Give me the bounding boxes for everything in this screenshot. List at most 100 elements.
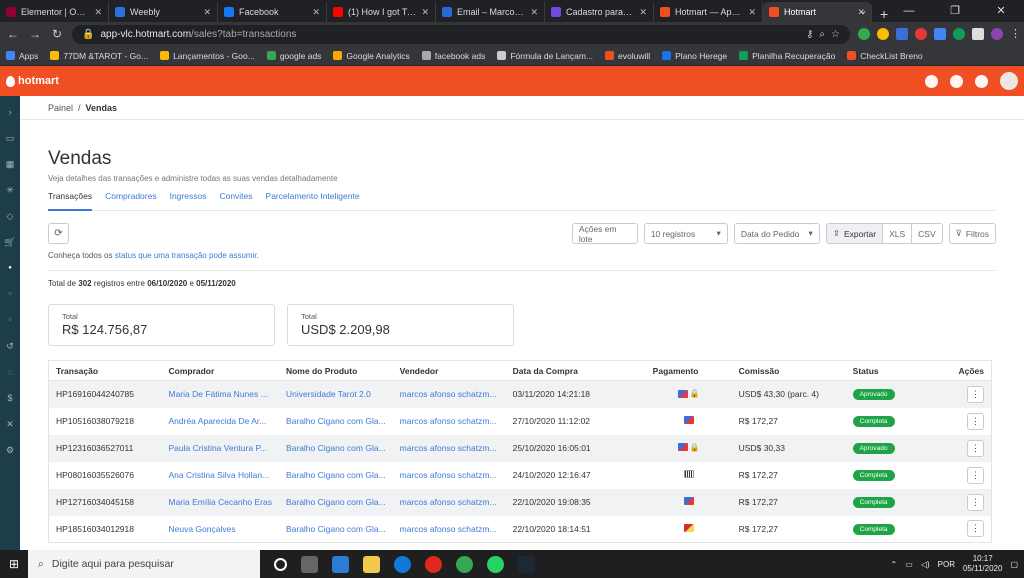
close-tab-icon[interactable]: ✕ <box>312 7 320 18</box>
extension-icon[interactable] <box>915 28 927 40</box>
submenu-dot[interactable]: ○ <box>4 314 16 326</box>
reload-icon[interactable]: ↻ <box>50 27 64 41</box>
filters-button[interactable]: ⊽ Filtros <box>948 223 996 244</box>
row-actions-button[interactable]: ⋮ <box>967 466 984 484</box>
buyer-link[interactable]: Paula Cristina Ventura P... <box>161 434 279 462</box>
dollar-icon[interactable]: $ <box>4 392 16 404</box>
cortana-icon[interactable] <box>274 557 287 571</box>
user-avatar[interactable] <box>1000 72 1018 90</box>
browser-tab[interactable]: Facebook ✕ <box>218 2 327 22</box>
chat-bubble-icon[interactable]: ◌ <box>4 366 16 378</box>
col-comissao[interactable]: Comissão <box>731 360 846 381</box>
chat-icon[interactable] <box>975 74 988 88</box>
col-data[interactable]: Data da Compra <box>505 360 646 381</box>
language-indicator[interactable]: POR <box>938 560 955 569</box>
hotmart-logo[interactable]: hotmart <box>6 75 59 87</box>
close-window-icon[interactable]: ✕ <box>978 0 1024 22</box>
bookmark-item[interactable]: Apps <box>6 51 38 61</box>
seller-link[interactable]: marcos afonso schatzm... <box>393 462 506 489</box>
breadcrumb-item-painel[interactable]: Painel <box>48 103 73 113</box>
bookmark-item[interactable]: Lançamentos - Goo... <box>160 51 255 61</box>
row-actions-button[interactable]: ⋮ <box>967 520 984 538</box>
mail-icon[interactable] <box>332 555 349 573</box>
whatsapp-icon[interactable] <box>487 555 504 573</box>
col-vendedor[interactable]: Vendedor <box>392 360 506 381</box>
tab-ingressos[interactable]: Ingressos <box>170 191 207 211</box>
buyer-link[interactable]: Andréa Aparecida De Ar... <box>162 408 279 435</box>
date-type-select[interactable]: Data do Pedido ▾ <box>733 223 820 244</box>
extension-icon[interactable] <box>953 28 965 40</box>
submenu-dot[interactable]: ○ <box>4 288 16 300</box>
browser-tab[interactable]: Hotmart — Apren ✕ <box>654 2 763 22</box>
extension-icon[interactable] <box>934 28 946 40</box>
os-search-box[interactable]: ⌕ Digite aqui para pesquisar <box>28 550 260 578</box>
close-tab-icon[interactable]: ✕ <box>530 7 538 18</box>
extension-icon[interactable] <box>858 28 870 40</box>
chevron-down-icon[interactable]: ⌄ <box>840 0 886 22</box>
browser-tab[interactable]: Weebly ✕ <box>109 2 218 22</box>
buyer-link[interactable]: Ana Cristina Silva Hollan... <box>162 462 279 489</box>
seller-link[interactable]: marcos afonso schatzm... <box>392 380 506 408</box>
col-produto[interactable]: Nome do Produto <box>278 360 393 381</box>
submenu-dot[interactable]: ● <box>4 262 16 274</box>
grid-icon[interactable]: ▦ <box>4 158 16 170</box>
bookmark-item[interactable]: Fórmula de Lançam... <box>497 51 593 61</box>
buyer-link[interactable]: Neuva Gonçalves <box>162 516 279 543</box>
col-status[interactable]: Status <box>845 360 936 381</box>
back-arrow-icon[interactable]: ← <box>6 27 20 41</box>
bookmark-item[interactable]: CheckList Breno <box>847 51 923 61</box>
task-view-icon[interactable] <box>301 555 318 573</box>
edge-icon[interactable] <box>394 555 411 573</box>
key-icon[interactable]: ⚷ <box>806 29 813 40</box>
bookmark-item[interactable]: Google Analytics <box>333 51 410 61</box>
buyer-link[interactable]: Maria Emília Cecanho Eras <box>161 488 279 516</box>
bookmark-item[interactable]: facebook ads <box>421 51 485 61</box>
volume-icon[interactable]: ◁) <box>921 560 930 569</box>
tools-icon[interactable]: ✕ <box>4 418 16 430</box>
bookmark-item[interactable]: Plano Herege <box>662 51 727 61</box>
csv-button[interactable]: CSV <box>911 223 943 244</box>
community-icon[interactable] <box>950 74 963 88</box>
bookmark-item[interactable]: google ads <box>266 51 321 61</box>
chrome-icon[interactable] <box>456 555 473 573</box>
tab-compradores[interactable]: Compradores <box>105 191 157 211</box>
refresh-icon[interactable]: ↺ <box>4 340 16 352</box>
product-link[interactable]: Baralho Cigano com Gla... <box>279 516 393 543</box>
menu-dots-icon[interactable]: ⋮ <box>1010 28 1021 40</box>
xls-button[interactable]: XLS <box>882 223 913 244</box>
tab-convites[interactable]: Convites <box>219 191 252 211</box>
close-tab-icon[interactable]: ✕ <box>421 7 429 18</box>
batch-actions-button[interactable]: Ações em lote <box>571 223 638 244</box>
bookmark-item[interactable]: evoluwill <box>605 51 650 61</box>
search-icon[interactable]: ⌕ <box>819 29 825 40</box>
minimize-icon[interactable]: — <box>886 0 932 22</box>
product-link[interactable]: Baralho Cigano com Gla... <box>279 408 393 435</box>
bookmark-item[interactable]: 77DM &TAROT - Go... <box>50 51 148 61</box>
help-icon[interactable] <box>925 74 938 88</box>
seller-link[interactable]: marcos afonso schatzm... <box>393 408 506 435</box>
close-tab-icon[interactable]: ✕ <box>94 7 102 18</box>
close-tab-icon[interactable]: ✕ <box>203 7 211 18</box>
seller-link[interactable]: marcos afonso schatzm... <box>393 516 506 543</box>
seller-link[interactable]: marcos afonso schatzm... <box>392 434 506 462</box>
settings-icon[interactable]: ⚙ <box>4 444 16 456</box>
product-link[interactable]: Baralho Cigano com Gla... <box>278 434 393 462</box>
row-actions-button[interactable]: ⋮ <box>967 385 984 403</box>
close-tab-icon[interactable]: ✕ <box>748 7 756 18</box>
records-select[interactable]: 10 registros ▾ <box>643 223 728 244</box>
browser-tab[interactable]: (1) How I got Twitt ✕ <box>327 2 436 22</box>
export-button[interactable]: ⇪ Exportar <box>825 223 884 244</box>
notifications-icon[interactable]: ▢ <box>1010 560 1018 569</box>
file-explorer-icon[interactable] <box>363 555 380 573</box>
maximize-icon[interactable]: ❐ <box>932 0 978 22</box>
buyer-link[interactable]: Maria De Fátima Nunes ... <box>161 380 279 408</box>
tab-parcelamento[interactable]: Parcelamento Inteligente <box>266 191 360 211</box>
expand-chevron-icon[interactable]: › <box>4 106 16 118</box>
row-actions-button[interactable]: ⋮ <box>967 412 984 430</box>
cart-icon[interactable]: 🛒 <box>4 236 16 248</box>
network-icon[interactable]: ✳ <box>4 184 16 196</box>
browser-tab[interactable]: Cadastro para rece ✕ <box>545 2 654 22</box>
clock[interactable]: 10:17 05/11/2020 <box>963 554 1002 574</box>
row-actions-button[interactable]: ⋮ <box>967 493 984 511</box>
extension-icon[interactable] <box>877 28 889 40</box>
